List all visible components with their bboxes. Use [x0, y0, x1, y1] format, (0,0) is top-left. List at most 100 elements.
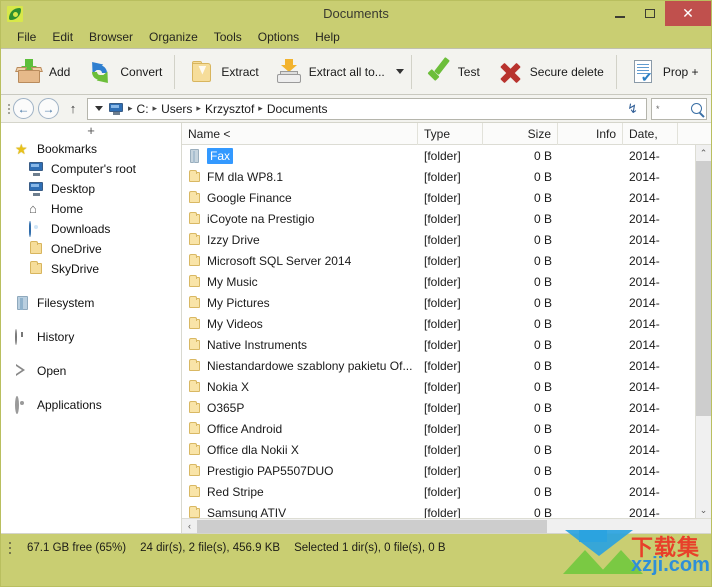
column-header-date[interactable]: Date, [623, 122, 678, 145]
file-size-cell: 0 B [533, 274, 552, 289]
sidebar-item-open[interactable]: Open [1, 361, 181, 381]
extract-all-to-button-label: Extract all to... [308, 64, 385, 79]
properties-button[interactable]: ✔ Prop + [621, 51, 707, 93]
sidebar-item-label: Desktop [51, 182, 96, 196]
up-button[interactable]: ↑ [63, 98, 83, 119]
test-button[interactable]: Test [416, 51, 488, 93]
menu-item-file[interactable]: File [9, 28, 44, 46]
scroll-up-button[interactable]: ⌃ [696, 145, 711, 161]
address-dropdown-icon[interactable] [95, 106, 103, 111]
table-row[interactable]: Izzy Drive [folder] 0 B 2014- [182, 229, 695, 250]
maximize-button[interactable] [635, 1, 665, 26]
folder-icon [188, 274, 201, 289]
star-icon: ★ [15, 141, 28, 157]
sidebar-item-desktop[interactable]: Desktop [1, 179, 181, 199]
file-name-cell: My Music [182, 274, 418, 289]
folder-icon [188, 505, 201, 519]
table-row[interactable]: My Videos [folder] 0 B 2014- [182, 313, 695, 334]
minimize-button[interactable] [605, 1, 635, 26]
file-name-label: Prestigio PAP5507DUO [207, 463, 334, 478]
table-row[interactable]: Office Android [folder] 0 B 2014- [182, 418, 695, 439]
sidebar-item-filesystem[interactable]: Filesystem [1, 293, 181, 313]
file-type-cell: [folder] [424, 505, 461, 519]
extract-all-dropdown-button[interactable] [393, 51, 407, 93]
gear-icon [15, 396, 30, 414]
secure-delete-button[interactable]: Secure delete [488, 51, 612, 93]
sidebar-item-skydrive[interactable]: SkyDrive [1, 259, 181, 279]
sidebar-item-bookmarks[interactable]: ★ Bookmarks [1, 139, 181, 159]
hscroll-thumb[interactable] [197, 520, 547, 533]
breadcrumb-separator-0: ▸ [128, 103, 133, 113]
sidebar-item-home[interactable]: ⌂ Home [1, 199, 181, 219]
sidebar-item-onedrive[interactable]: OneDrive [1, 239, 181, 259]
menu-item-tools[interactable]: Tools [206, 28, 250, 46]
file-name-label: iCoyote na Prestigio [207, 211, 315, 226]
forward-button[interactable]: → [38, 98, 59, 119]
file-type-cell: [folder] [424, 358, 461, 373]
column-header-name[interactable]: Name < [182, 122, 418, 145]
search-box[interactable]: * [651, 97, 707, 120]
folder-icon [188, 253, 201, 268]
extract-button[interactable]: Extract [179, 51, 266, 93]
file-type-cell: [folder] [424, 190, 461, 205]
table-row[interactable]: Microsoft SQL Server 2014 [folder] 0 B 2014… [182, 250, 695, 271]
menu-item-options[interactable]: Options [250, 28, 307, 46]
sidebar-item-applications[interactable]: Applications [1, 395, 181, 415]
file-size-cell: 0 B [533, 190, 552, 205]
back-button[interactable]: ← [13, 98, 34, 119]
vscroll-thumb[interactable] [696, 161, 711, 416]
hscroll-left-button[interactable]: ‹ [182, 519, 197, 534]
table-row[interactable]: Native Instruments [folder] 0 B 2014- [182, 334, 695, 355]
table-row[interactable]: O365P [folder] 0 B 2014- [182, 397, 695, 418]
sidebar-item-downloads[interactable]: Downloads [1, 219, 181, 239]
file-date-cell: 2014- [629, 232, 660, 247]
file-name-cell: Microsoft SQL Server 2014 [182, 253, 418, 268]
table-row[interactable]: Google Finance [folder] 0 B 2014- [182, 187, 695, 208]
column-header-size[interactable]: Size [483, 122, 558, 145]
computer-monitor-icon [29, 182, 44, 196]
breadcrumb-krzysztof[interactable]: Krzysztof [203, 102, 256, 116]
horizontal-scrollbar[interactable]: ‹ [182, 518, 711, 533]
sidebar-item-history[interactable]: History [1, 327, 181, 347]
search-input[interactable]: * [656, 104, 660, 114]
table-row[interactable]: FM dla WP8.1 [folder] 0 B 2014- [182, 166, 695, 187]
file-date-cell: 2014- [629, 337, 660, 352]
magnifier-icon[interactable] [691, 103, 702, 114]
table-row[interactable]: Prestigio PAP5507DUO [folder] 0 B 2014- [182, 460, 695, 481]
table-row[interactable]: Office dla Nokii X [folder] 0 B 2014- [182, 439, 695, 460]
menu-item-edit[interactable]: Edit [44, 28, 81, 46]
menu-item-help[interactable]: Help [307, 28, 348, 46]
breadcrumb-documents[interactable]: Documents [265, 102, 330, 116]
breadcrumb-users[interactable]: Users [159, 102, 194, 116]
table-row[interactable]: Fax [folder] 0 B 2014- [182, 145, 695, 166]
address-bar[interactable]: ▸ C: ▸ Users ▸ Krzysztof ▸ Documents ↯ [87, 97, 647, 120]
sidebar-item-computers-root[interactable]: Computer's root [1, 159, 181, 179]
table-row[interactable]: My Pictures [folder] 0 B 2014- [182, 292, 695, 313]
file-type-cell: [folder] [424, 421, 461, 436]
breadcrumb-drive[interactable]: C: [135, 102, 151, 116]
extract-all-to-button[interactable]: Extract all to... [267, 51, 393, 93]
table-row[interactable]: Niestandardowe szablony pakietu Of... [fo… [182, 355, 695, 376]
file-date-cell: 2014- [629, 484, 660, 499]
file-name-label: Red Stripe [207, 484, 264, 499]
table-row[interactable]: Nokia X [folder] 0 B 2014- [182, 376, 695, 397]
table-row[interactable]: My Music [folder] 0 B 2014- [182, 271, 695, 292]
vertical-scrollbar[interactable]: ⌃ ⌄ [695, 145, 711, 518]
add-bookmark-button[interactable]: + [1, 123, 181, 139]
filesystem-icon [15, 296, 30, 310]
add-box-icon [15, 58, 43, 86]
file-list-rows: Fax [folder] 0 B 2014- FM dla WP8.1 [folder] 0… [182, 145, 695, 518]
menu-item-browser[interactable]: Browser [81, 28, 141, 46]
table-row[interactable]: Samsung ATIV [folder] 0 B 2014- [182, 502, 695, 518]
table-row[interactable]: Red Stripe [folder] 0 B 2014- [182, 481, 695, 502]
close-button[interactable]: ✕ [665, 1, 711, 26]
convert-button[interactable]: Convert [78, 51, 170, 93]
column-header-info[interactable]: Info [558, 122, 623, 145]
column-header-type[interactable]: Type [418, 122, 483, 145]
table-row[interactable]: iCoyote na Prestigio [folder] 0 B 2014- [182, 208, 695, 229]
file-size-cell: 0 B [533, 232, 552, 247]
refresh-icon[interactable]: ↯ [627, 101, 642, 117]
add-button[interactable]: Add [7, 51, 78, 93]
scroll-down-button[interactable]: ⌄ [696, 502, 711, 518]
menu-item-organize[interactable]: Organize [141, 28, 206, 46]
